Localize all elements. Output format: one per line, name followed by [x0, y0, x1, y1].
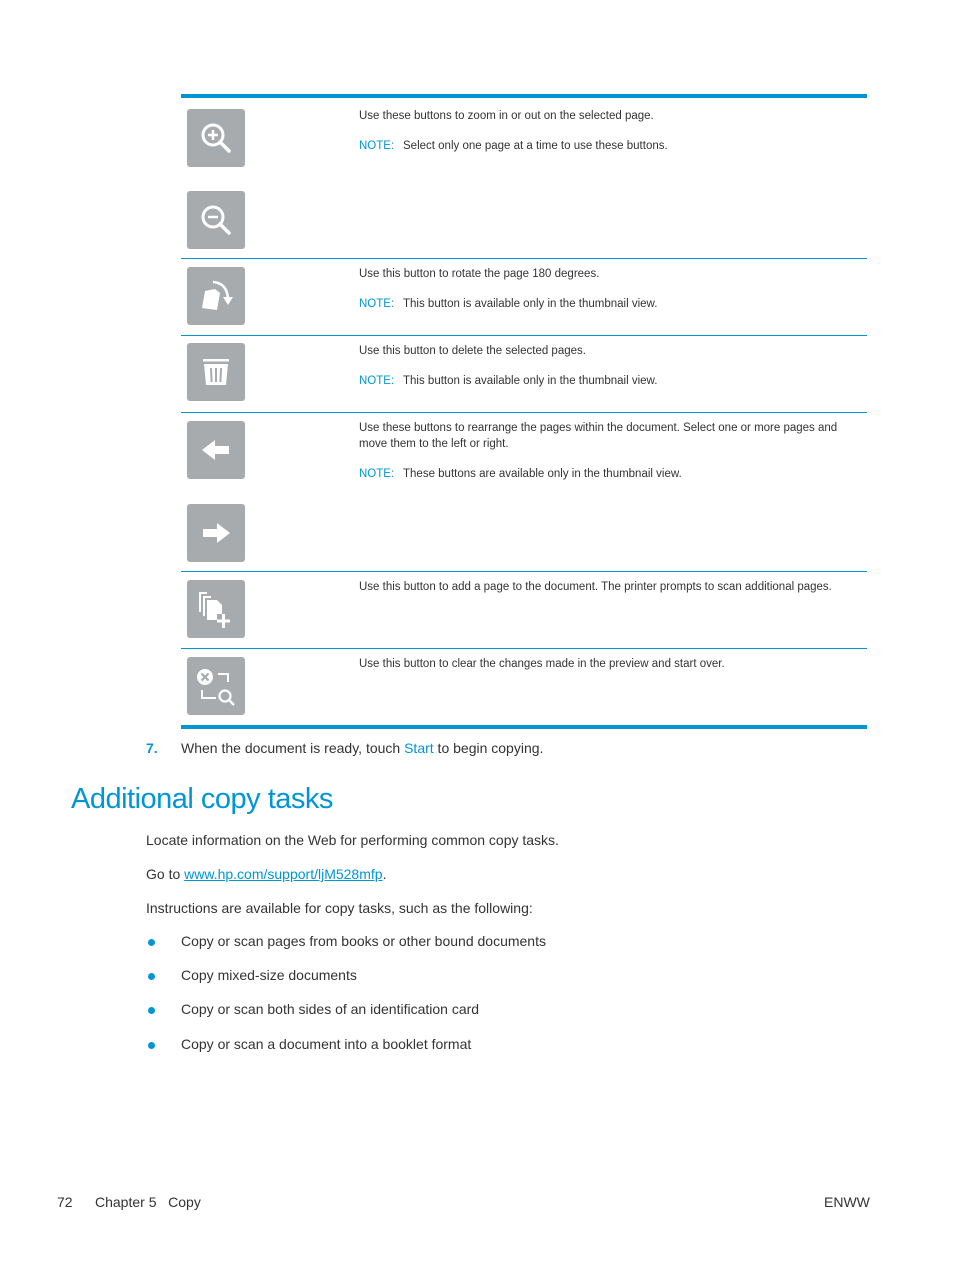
row-description: Use this button to add a page to the doc… — [359, 581, 832, 593]
note-label: NOTE: — [359, 375, 395, 387]
step-number: 7. — [146, 740, 158, 756]
arrow-left-icon — [202, 440, 229, 460]
footer-right: ENWW — [824, 1194, 870, 1210]
delete-button[interactable] — [187, 343, 245, 401]
zoom-out-icon — [201, 205, 231, 235]
rotate-button[interactable] — [187, 267, 245, 325]
rotate-page-icon — [202, 280, 233, 310]
instructions-text: Instructions are available for copy task… — [146, 900, 533, 916]
support-link[interactable]: www.hp.com/support/ljM528mfp — [184, 866, 382, 882]
button-reference-table: Use these buttons to zoom in or out on t… — [181, 94, 867, 729]
note-text: These buttons are available only in the … — [403, 468, 682, 480]
note-label: NOTE: — [359, 468, 395, 480]
clear-preview-icon — [197, 669, 235, 706]
bullet-icon — [148, 939, 155, 946]
table-row-clear: Use this button to clear the changes mad… — [181, 649, 867, 725]
add-page-button[interactable] — [187, 580, 245, 638]
bullet-icon — [148, 973, 155, 980]
row-description: Use these buttons to rearrange the pages… — [359, 422, 838, 450]
page-number: 72 — [57, 1194, 73, 1210]
bullet-icon — [148, 1042, 155, 1049]
table-row-add-page: Use this button to add a page to the doc… — [181, 572, 867, 649]
goto-text: Go to www.hp.com/support/ljM528mfp. — [146, 866, 387, 882]
bullet-icon — [148, 1007, 155, 1014]
table-row-delete: Use this button to delete the selected p… — [181, 336, 867, 413]
arrow-right-icon — [203, 523, 230, 543]
table-row-zoom: Use these buttons to zoom in or out on t… — [181, 98, 867, 259]
step-text: When the document is ready, touch Start … — [181, 740, 544, 756]
intro-text: Locate information on the Web for perfor… — [146, 832, 559, 848]
zoom-out-button[interactable] — [187, 191, 245, 249]
chapter-label: Chapter 5 Copy — [95, 1194, 201, 1210]
note-label: NOTE: — [359, 298, 395, 310]
row-description: Use this button to clear the changes mad… — [359, 658, 725, 670]
note: NOTE: These buttons are available only in… — [359, 466, 849, 482]
trash-icon — [203, 359, 229, 385]
row-description: Use these buttons to zoom in or out on t… — [359, 110, 654, 122]
note-text: This button is available only in the thu… — [403, 375, 658, 387]
table-row-rearrange: Use these buttons to rearrange the pages… — [181, 413, 867, 572]
note-text: Select only one page at a time to use th… — [403, 140, 668, 152]
note: NOTE: This button is available only in th… — [359, 296, 849, 312]
move-left-button[interactable] — [187, 421, 245, 479]
move-right-button[interactable] — [187, 504, 245, 562]
zoom-in-button[interactable] — [187, 109, 245, 167]
row-description: Use this button to delete the selected p… — [359, 345, 586, 357]
section-title: Additional copy tasks — [71, 783, 333, 815]
clear-preview-button[interactable] — [187, 657, 245, 715]
note: NOTE: This button is available only in th… — [359, 373, 849, 389]
note-label: NOTE: — [359, 140, 395, 152]
zoom-in-icon — [201, 123, 231, 153]
note-text: This button is available only in the thu… — [403, 298, 658, 310]
row-description: Use this button to rotate the page 180 d… — [359, 268, 600, 280]
note: NOTE: Select only one page at a time to u… — [359, 138, 849, 154]
add-page-icon — [199, 592, 230, 628]
start-label: Start — [404, 740, 434, 756]
table-row-rotate: Use this button to rotate the page 180 d… — [181, 259, 867, 336]
